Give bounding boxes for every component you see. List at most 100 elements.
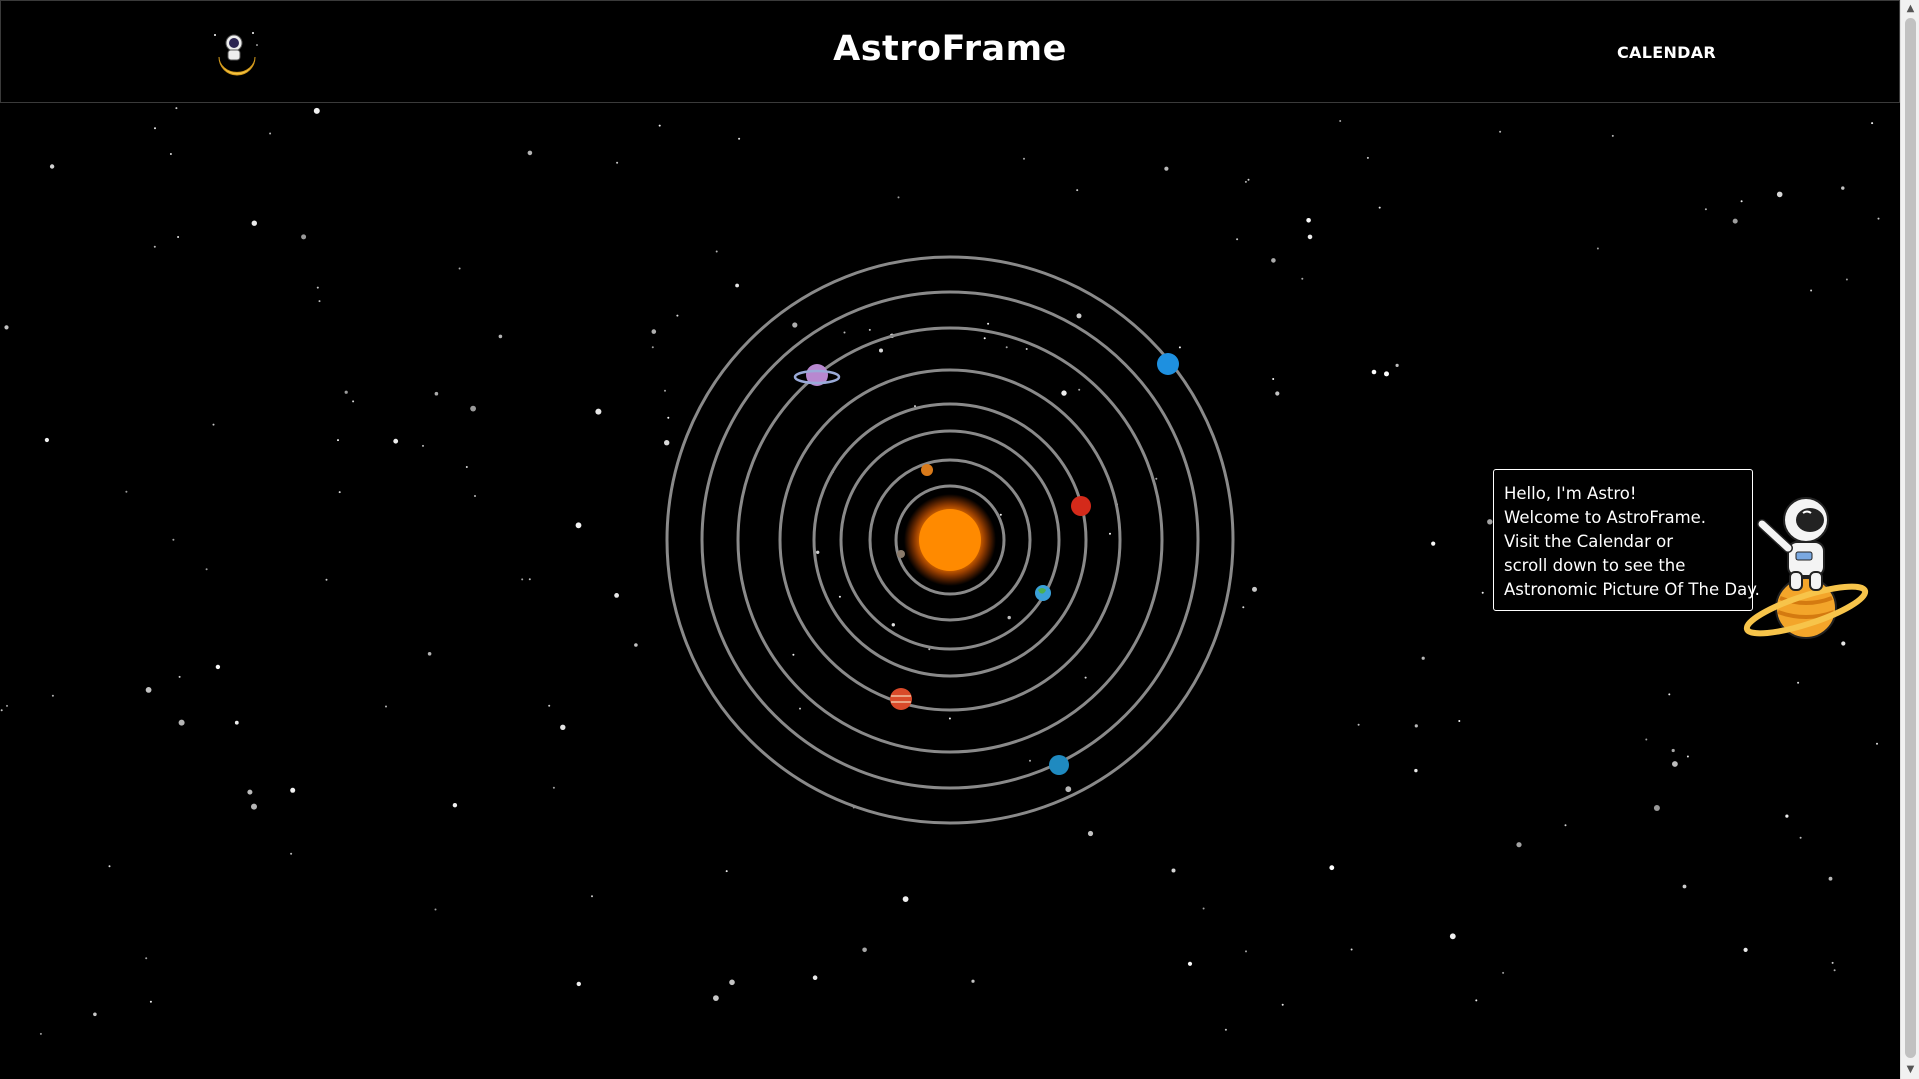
star-dot <box>1776 191 1783 198</box>
site-header: AstroFrame CALENDAR <box>0 0 1900 103</box>
star-dot <box>352 400 355 403</box>
star-dot <box>290 787 296 793</box>
star-dot <box>108 865 111 868</box>
star-dot <box>591 895 593 898</box>
speech-line: scroll down to see the <box>1504 556 1686 575</box>
star-dot <box>498 334 503 339</box>
vertical-scrollbar[interactable]: ▲ ▼ <box>1900 0 1919 1079</box>
star-dot <box>422 444 424 447</box>
star-dot <box>149 1000 152 1003</box>
star-dot <box>39 1032 42 1035</box>
star-dot <box>1458 720 1461 722</box>
star-dot <box>1732 218 1738 224</box>
star-dot <box>1357 723 1360 726</box>
star-dot <box>1421 656 1425 660</box>
star-dot <box>313 107 320 114</box>
star-dot <box>234 720 239 725</box>
star-dot <box>1877 217 1880 220</box>
star-dot <box>521 578 524 581</box>
astronaut-on-moon-icon <box>214 32 258 76</box>
venus-planet-icon <box>921 464 933 476</box>
star-dot <box>93 1012 97 1017</box>
star-dot <box>175 107 178 110</box>
star-dot <box>1245 950 1247 953</box>
star-dot <box>1414 768 1418 773</box>
star-dot <box>470 405 476 412</box>
mercury-planet-icon <box>897 550 905 558</box>
uranus-planet-icon <box>1049 755 1069 775</box>
star-dot <box>902 896 909 902</box>
scroll-up-arrow-icon[interactable]: ▲ <box>1901 0 1919 18</box>
star-dot <box>548 704 551 707</box>
star-dot <box>614 593 619 598</box>
star-dot <box>1395 363 1399 367</box>
star-dot <box>1810 289 1813 292</box>
mascot-speech-bubble: Hello, I'm Astro! Welcome to AstroFrame.… <box>1493 469 1760 611</box>
star-dot <box>1797 681 1800 684</box>
star-dot <box>1871 122 1874 125</box>
star-dot <box>1076 189 1079 192</box>
star-dot <box>1671 748 1675 753</box>
star-dot <box>528 578 531 581</box>
star-dot <box>897 196 900 199</box>
star-dot <box>1845 278 1848 281</box>
star-dot <box>344 390 348 394</box>
star-dot <box>4 325 9 330</box>
star-dot <box>1682 884 1687 889</box>
solar-system-animation <box>665 255 1235 825</box>
star-dot <box>1828 876 1833 881</box>
star-dot <box>1281 1003 1284 1006</box>
star-dot <box>1271 258 1276 263</box>
star-dot <box>212 423 215 426</box>
star-dot <box>725 870 728 873</box>
star-dot <box>552 786 555 789</box>
star-dot <box>1329 865 1335 871</box>
star-dot <box>178 675 181 678</box>
scrollbar-thumb[interactable] <box>1905 18 1916 1058</box>
star-dot <box>1244 180 1247 183</box>
star-dot <box>1502 971 1505 974</box>
star-dot <box>1171 868 1176 873</box>
scroll-down-arrow-icon[interactable]: ▼ <box>1901 1061 1919 1079</box>
star-dot <box>393 438 399 444</box>
star-dot <box>1350 948 1353 951</box>
star-dot <box>1275 391 1280 396</box>
star-dot <box>560 724 566 730</box>
home-logo[interactable] <box>209 27 261 77</box>
star-dot <box>385 705 387 708</box>
star-dot <box>1516 842 1522 848</box>
star-dot <box>434 908 437 911</box>
star-dot <box>215 664 221 670</box>
star-dot <box>729 979 735 986</box>
star-dot <box>169 153 172 155</box>
star-dot <box>51 694 54 697</box>
star-dot <box>1564 824 1567 827</box>
star-dot <box>337 439 339 442</box>
star-dot <box>1799 836 1802 839</box>
star-dot <box>1785 814 1789 818</box>
star-dot <box>318 300 321 303</box>
star-dot <box>658 124 661 127</box>
star-dot <box>154 127 156 130</box>
star-dot <box>1487 519 1493 525</box>
star-dot <box>1672 761 1678 767</box>
star-dot <box>738 137 741 140</box>
star-dot <box>458 267 461 270</box>
nav-calendar-link[interactable]: CALENDAR <box>1617 43 1716 62</box>
speech-line: Astronomic Picture Of The Day. <box>1504 580 1760 599</box>
star-dot <box>177 236 180 238</box>
star-dot <box>616 161 619 164</box>
star-dot <box>1202 907 1205 910</box>
star-dot <box>427 652 432 656</box>
astronaut-on-planet-icon <box>1743 497 1869 639</box>
sun-icon <box>919 509 981 571</box>
speech-line: Welcome to AstroFrame. <box>1504 508 1707 527</box>
star-dot <box>1087 830 1094 837</box>
star-dot <box>452 803 458 808</box>
star-dot <box>1414 724 1418 728</box>
star-dot <box>1236 238 1239 241</box>
site-title: AstroFrame <box>833 29 1067 69</box>
star-dot <box>1743 947 1748 953</box>
star-dot <box>1831 961 1834 964</box>
star-dot <box>145 687 152 693</box>
